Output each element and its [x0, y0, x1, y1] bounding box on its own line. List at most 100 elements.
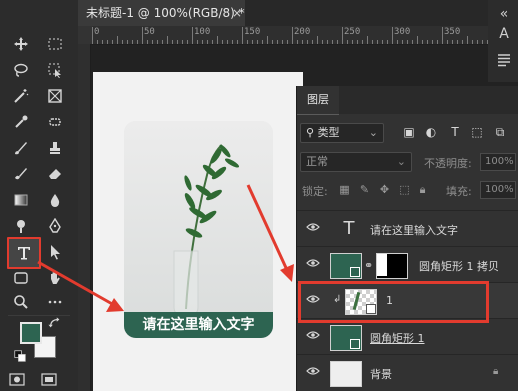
object-select-tool[interactable] — [42, 58, 68, 82]
ruler-tick — [172, 40, 173, 44]
ruler-tick — [137, 40, 138, 44]
layer-row[interactable]: 背景 🔒︎ — [297, 354, 518, 391]
layer-thumbnail — [330, 253, 362, 279]
filter-shape-icon[interactable]: ⬚ — [470, 125, 484, 139]
ruler-tick — [187, 40, 188, 44]
layer-row[interactable]: T 请在这里输入文字 — [297, 210, 518, 246]
blend-mode-select[interactable]: 正常 ⌄ — [300, 152, 412, 172]
ruler-tick — [307, 40, 308, 44]
mask-white-area — [377, 254, 387, 276]
ruler-tick — [277, 40, 278, 44]
hand-icon — [51, 272, 60, 284]
ruler-origin — [78, 26, 92, 44]
ruler-tick — [257, 40, 258, 44]
screen-mode-button[interactable] — [40, 370, 58, 388]
visibility-eye-icon[interactable] — [306, 366, 320, 376]
eyedropper-tool[interactable] — [8, 110, 34, 134]
lock-artboard-icon[interactable]: ⬚ — [398, 183, 411, 196]
visibility-eye-icon[interactable] — [306, 330, 320, 340]
caption-text[interactable]: 请在这里输入文字 — [124, 312, 273, 338]
ruler-tick — [357, 40, 358, 44]
ruler-tick — [412, 40, 413, 44]
history-brush-icon — [15, 168, 27, 180]
more-tools[interactable] — [42, 290, 68, 314]
ruler-tick — [112, 40, 113, 44]
move-tool[interactable] — [8, 32, 34, 56]
ruler-tick — [217, 36, 218, 44]
layer-name: 圆角矩形 1 — [370, 332, 425, 345]
layer-filter-select[interactable]: ⚲ 类型 ⌄ — [300, 123, 384, 143]
layer-row[interactable]: 圆角矩形 1 — [297, 318, 518, 354]
filter-pixel-icon[interactable]: ▣ — [402, 125, 416, 139]
layer-name: 请在这里输入文字 — [370, 224, 458, 237]
rectangle-tool[interactable] — [8, 266, 34, 290]
link-icon[interactable]: ⚭ — [364, 259, 373, 272]
collapse-panels-icon[interactable]: « — [496, 6, 512, 22]
visibility-eye-icon[interactable] — [306, 258, 320, 268]
layer-mask-thumbnail[interactable] — [376, 253, 408, 279]
blur-tool[interactable] — [42, 188, 68, 212]
dodge-tool[interactable] — [8, 214, 34, 238]
swap-colors-button[interactable] — [48, 316, 62, 330]
layer-row[interactable]: ⚭ 圆角矩形 1 拷贝 — [297, 246, 518, 282]
filter-type-icon[interactable]: T — [448, 125, 462, 139]
hand-tool[interactable] — [42, 266, 68, 290]
eraser-tool[interactable] — [42, 162, 68, 186]
ruler-tick — [477, 40, 478, 44]
spot-healing-tool[interactable] — [42, 110, 68, 134]
type-icon — [18, 247, 30, 260]
filter-value: 类型 — [317, 126, 340, 139]
filter-smart-object-icon[interactable]: ⧉ — [493, 125, 507, 139]
healing-icon — [49, 118, 61, 126]
ruler-tick — [127, 40, 128, 44]
default-colors-button[interactable] — [14, 350, 26, 362]
fill-field[interactable]: 100% — [480, 181, 516, 199]
ruler-tick — [422, 40, 423, 44]
clone-stamp-tool[interactable] — [42, 136, 68, 160]
fill-label: 填充: — [446, 185, 472, 198]
lock-pixels-icon[interactable]: ✎ — [358, 183, 371, 196]
opacity-label: 不透明度: — [424, 157, 472, 170]
ruler-tick — [192, 27, 193, 44]
frame-tool[interactable] — [42, 84, 68, 108]
ruler-label: 300 — [394, 27, 411, 37]
ruler-tick — [377, 40, 378, 44]
ruler-tick — [117, 36, 118, 44]
quick-mask-button[interactable] — [8, 370, 26, 388]
magic-wand-tool[interactable] — [8, 84, 34, 108]
zoom-tool[interactable] — [8, 290, 34, 314]
brush-tool[interactable] — [8, 136, 34, 160]
lock-all-icon[interactable]: 🔒︎ — [416, 183, 429, 196]
pen-tool[interactable] — [42, 214, 68, 238]
opacity-field[interactable]: 100% — [480, 153, 516, 171]
foreground-color-front[interactable] — [20, 322, 42, 344]
text-layer-icon: T — [343, 218, 355, 239]
lock-transparency-icon[interactable]: ▦ — [338, 183, 351, 196]
paragraph-panel-icon[interactable] — [496, 52, 512, 68]
filter-adjustment-icon[interactable]: ◐ — [424, 125, 438, 139]
pen-icon — [49, 218, 61, 233]
ruler-tick — [237, 40, 238, 44]
visibility-eye-icon[interactable] — [306, 222, 320, 232]
ruler-tick — [392, 27, 393, 44]
horizontal-ruler: 050100150200250300350400 — [78, 26, 518, 45]
marquee-tool[interactable] — [42, 32, 68, 56]
ruler-tick — [167, 36, 168, 44]
document-tab[interactable]: 未标题-1 @ 100%(RGB/8) * — [78, 0, 245, 26]
marquee-icon — [48, 38, 62, 50]
lock-position-icon[interactable]: ✥ — [378, 183, 391, 196]
character-panel-icon[interactable]: A — [496, 26, 512, 42]
ruler-tick — [197, 40, 198, 44]
lock-icon: 🔒︎ — [493, 366, 499, 377]
ruler-label: 0 — [94, 27, 100, 37]
lasso-tool[interactable] — [8, 58, 34, 82]
document-close-button[interactable]: × — [232, 0, 242, 26]
layers-tab[interactable]: 图层 — [297, 86, 339, 115]
gradient-tool[interactable] — [8, 188, 34, 212]
ruler-tick — [447, 40, 448, 44]
plant-illustration — [124, 121, 273, 338]
type-tool[interactable] — [7, 237, 41, 269]
frame-icon — [48, 89, 62, 103]
path-selection-tool[interactable] — [42, 240, 68, 264]
history-brush-tool[interactable] — [8, 162, 34, 186]
